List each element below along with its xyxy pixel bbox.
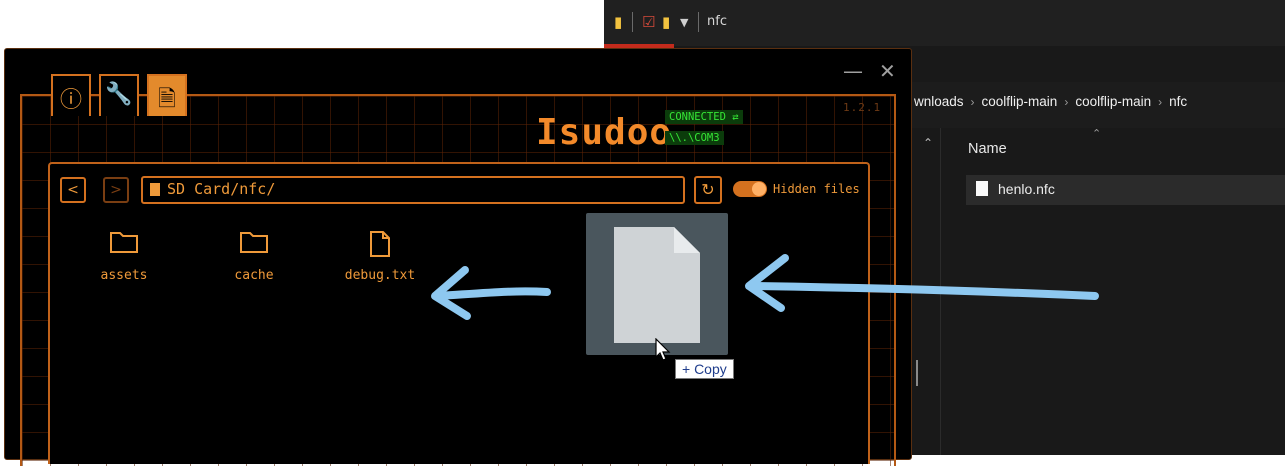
sd-card-icon: [150, 183, 160, 196]
new-folder-icon[interactable]: ▮: [662, 14, 670, 31]
customize-toolbar-icon[interactable]: ▼: [680, 14, 688, 31]
copy-tooltip: + Copy: [675, 359, 734, 379]
breadcrumb-item[interactable]: nfc: [1169, 94, 1187, 109]
file-icon: [614, 227, 700, 343]
arrow-left-icon: [431, 266, 551, 320]
minimize-button[interactable]: —: [843, 59, 863, 83]
list-item[interactable]: henlo.nfc: [966, 175, 1285, 205]
scroll-up-icon[interactable]: ⌃: [923, 136, 933, 150]
folder-item-assets[interactable]: assets: [74, 230, 174, 283]
sort-caret-icon: ⌃: [1092, 127, 1102, 140]
chevron-left-icon: <: [67, 182, 79, 198]
close-button[interactable]: ✕: [879, 59, 896, 83]
column-header-name[interactable]: Name: [968, 141, 1007, 157]
file-icon: [976, 181, 988, 196]
file-name: henlo.nfc: [998, 181, 1055, 197]
path-text: SD Card/nfc/: [167, 180, 276, 198]
item-label: cache: [234, 268, 274, 283]
info-icon: ⓘ: [59, 88, 82, 113]
drag-preview: [586, 213, 728, 355]
port-badge: \\.\COM3: [665, 131, 724, 145]
forward-button[interactable]: >: [103, 177, 129, 203]
explorer-titlebar: ▮ ☑ ▮ ▼ nfc: [604, 0, 1285, 48]
arrow-left-icon: [745, 254, 1099, 312]
breadcrumb-item[interactable]: wnloads: [914, 94, 964, 109]
breadcrumb-item[interactable]: coolflip-main: [1075, 94, 1151, 109]
status-text: CONNECTED: [669, 111, 726, 123]
item-label: assets: [100, 268, 148, 283]
device-name: Isudoo: [536, 112, 673, 153]
breadcrumb-item[interactable]: coolflip-main: [982, 94, 1058, 109]
folder-icon: [110, 232, 138, 253]
file-icon: 🗎: [158, 87, 176, 112]
toggle-knob: [752, 182, 766, 196]
explorer-title: nfc: [707, 14, 727, 29]
hidden-files-toggle[interactable]: [733, 181, 767, 197]
item-label: debug.txt: [344, 268, 416, 283]
nav-scrollbar[interactable]: [916, 360, 918, 386]
file-icon: [370, 231, 390, 257]
refresh-icon: ↻: [701, 180, 715, 199]
cursor-icon: [655, 338, 671, 361]
back-button[interactable]: <: [60, 177, 86, 203]
tab-tools[interactable]: 🔧: [99, 74, 139, 116]
tab-info[interactable]: ⓘ: [51, 74, 91, 116]
breadcrumb: wnloads › coolflip-main › coolflip-main › nfc: [914, 94, 1188, 109]
wrench-icon: 🔧: [105, 82, 133, 107]
tab-files[interactable]: 🗎: [147, 74, 187, 116]
status-badge: CONNECTED ⇄: [665, 110, 743, 124]
folder-icon[interactable]: ▮: [614, 14, 622, 31]
properties-icon[interactable]: ☑: [642, 14, 655, 31]
chevron-right-icon: >: [110, 182, 122, 198]
folder-icon: [240, 232, 268, 253]
version-label: 1.2.1: [843, 101, 882, 114]
file-item-debug[interactable]: debug.txt: [330, 230, 430, 283]
refresh-button[interactable]: ↻: [694, 176, 722, 204]
folder-item-cache[interactable]: cache: [204, 230, 304, 283]
usb-icon: ⇄: [732, 111, 739, 123]
path-field[interactable]: SD Card/nfc/: [141, 176, 685, 204]
hidden-files-label: Hidden files: [773, 182, 860, 196]
